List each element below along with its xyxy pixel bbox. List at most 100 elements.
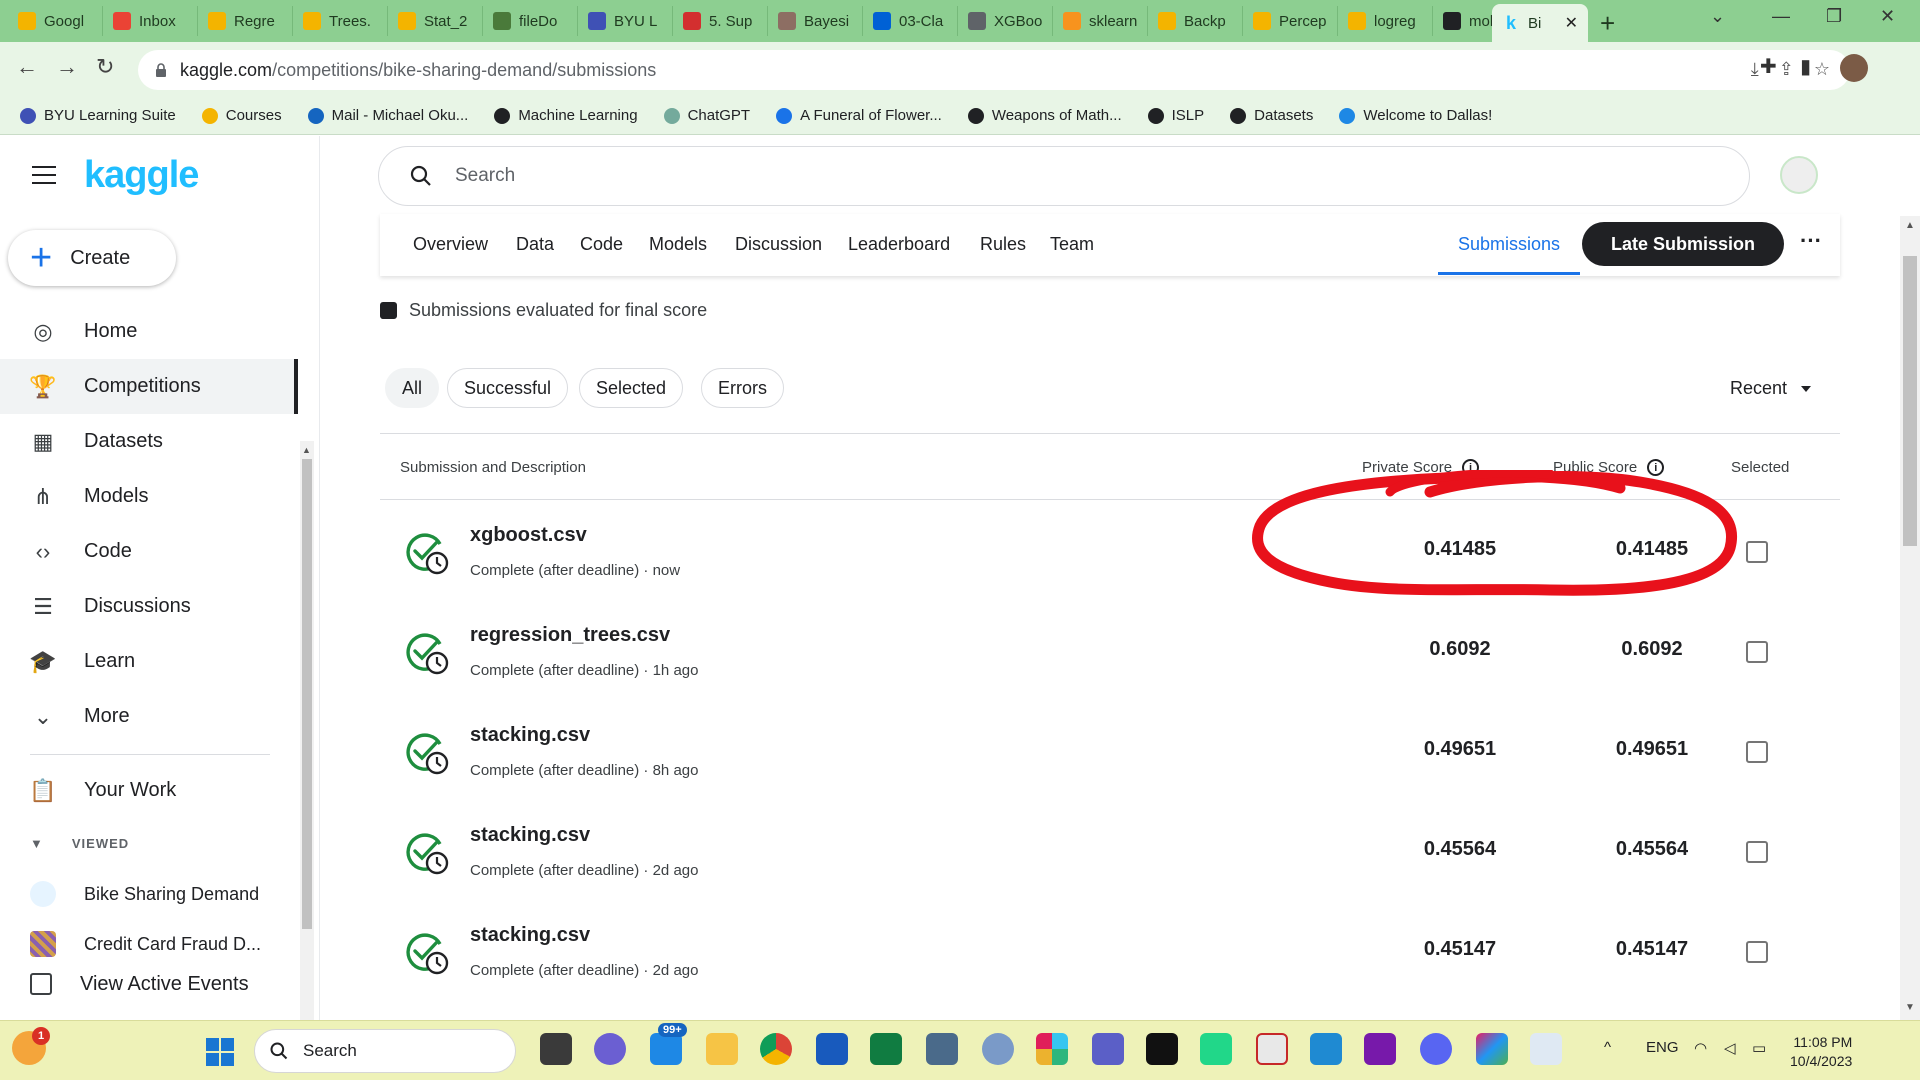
tab-leaderboard[interactable]: Leaderboard: [848, 234, 950, 255]
search-input[interactable]: Search: [378, 146, 1750, 206]
bookmark-item[interactable]: Datasets: [1230, 107, 1313, 124]
terminal-icon[interactable]: [1146, 1033, 1178, 1065]
browser-tab[interactable]: sklearn: [1053, 6, 1148, 36]
vscode-icon[interactable]: [1310, 1033, 1342, 1065]
browser-tab[interactable]: Stat_2: [388, 6, 483, 36]
wifi-icon[interactable]: ◠: [1694, 1039, 1707, 1057]
filter-chip-selected[interactable]: Selected: [579, 368, 684, 408]
browser-tab[interactable]: Trees.: [293, 6, 388, 36]
submission-filename[interactable]: xgboost.csv: [470, 524, 587, 547]
select-submission-checkbox[interactable]: [1746, 541, 1768, 563]
scroll-up-icon[interactable]: ▲: [1905, 220, 1915, 231]
extensions-icon[interactable]: ✚: [1760, 54, 1777, 79]
filter-chip-successful[interactable]: Successful: [447, 368, 569, 408]
browser-tab[interactable]: Backp: [1148, 6, 1243, 36]
hamburger-menu-icon[interactable]: [32, 166, 56, 184]
browser-tab[interactable]: 5. Sup: [673, 6, 768, 36]
browser-tab[interactable]: 03-Cla: [863, 6, 958, 36]
bookmark-item[interactable]: Mail - Michael Oku...: [307, 107, 468, 124]
volume-icon[interactable]: ◁: [1724, 1039, 1736, 1057]
excel-icon[interactable]: [870, 1033, 902, 1065]
browser-tab[interactable]: fileDo: [483, 6, 578, 36]
mail-icon[interactable]: 99+: [650, 1023, 687, 1065]
user-avatar[interactable]: [1780, 156, 1818, 194]
maximize-button[interactable]: ❐: [1826, 6, 1842, 27]
active-tab[interactable]: k Bi ✕: [1492, 4, 1588, 42]
start-button-icon[interactable]: [206, 1038, 234, 1066]
weather-widget-icon[interactable]: 1: [12, 1027, 50, 1065]
bookmark-item[interactable]: Machine Learning: [494, 107, 638, 124]
sidebar-item-competitions[interactable]: 🏆 Competitions: [0, 359, 298, 414]
sidebar-item-code[interactable]: ‹› Code: [0, 524, 298, 579]
bookmark-item[interactable]: Weapons of Math...: [967, 107, 1122, 124]
submission-filename[interactable]: regression_trees.csv: [470, 624, 670, 647]
kaggle-logo[interactable]: kaggle: [84, 154, 199, 197]
onenote-icon[interactable]: [1364, 1033, 1396, 1065]
select-submission-checkbox[interactable]: [1746, 641, 1768, 663]
file-explorer-icon[interactable]: [706, 1033, 738, 1065]
chrome-icon[interactable]: [760, 1033, 792, 1065]
browser-tab[interactable]: XGBoo: [958, 6, 1053, 36]
sidebar-item-datasets[interactable]: ▦ Datasets: [0, 414, 298, 469]
sidebar-item-discussions[interactable]: ☰ Discussions: [0, 579, 298, 634]
paint-icon[interactable]: [1476, 1033, 1508, 1065]
tray-overflow-icon[interactable]: ^: [1604, 1039, 1611, 1056]
view-active-events[interactable]: View Active Events: [30, 964, 249, 1004]
discord-icon[interactable]: [1420, 1033, 1452, 1065]
tab-data[interactable]: Data: [516, 234, 554, 255]
reload-button[interactable]: ↻: [96, 54, 114, 80]
tab-overview[interactable]: Overview: [413, 234, 488, 255]
taskbar-search[interactable]: Search: [254, 1029, 516, 1073]
sidebar-item-home[interactable]: ◎ Home: [0, 304, 298, 359]
bookmark-item[interactable]: A Funeral of Flower...: [776, 107, 942, 124]
share-icon[interactable]: ⇪: [1779, 59, 1794, 80]
battery-icon[interactable]: ▭: [1752, 1039, 1766, 1057]
sidebar-item-learn[interactable]: 🎓 Learn: [0, 634, 298, 689]
late-submission-button[interactable]: Late Submission: [1582, 222, 1784, 266]
bookmark-item[interactable]: ISLP: [1147, 107, 1204, 124]
bookmark-item[interactable]: Welcome to Dallas!: [1339, 107, 1492, 124]
select-submission-checkbox[interactable]: [1746, 841, 1768, 863]
info-icon[interactable]: i: [1647, 459, 1665, 476]
calculator-icon[interactable]: [926, 1033, 958, 1065]
teams-icon[interactable]: [1092, 1033, 1124, 1065]
task-view-icon[interactable]: [540, 1033, 572, 1065]
language-indicator[interactable]: ENG: [1646, 1039, 1679, 1056]
more-options-icon[interactable]: ···: [1800, 228, 1822, 254]
new-tab-button[interactable]: +: [1600, 8, 1615, 39]
scroll-up-icon[interactable]: ▲: [302, 445, 311, 455]
tab-discussion[interactable]: Discussion: [735, 234, 822, 255]
sidebar-scroll-thumb[interactable]: [302, 459, 312, 929]
tab-submissions[interactable]: Submissions: [1458, 234, 1560, 255]
install-icon[interactable]: ⤓: [1751, 59, 1759, 80]
select-submission-checkbox[interactable]: [1746, 741, 1768, 763]
viewed-item-bike-sharing[interactable]: Bike Sharing Demand: [30, 874, 259, 914]
submission-filename[interactable]: stacking.csv: [470, 824, 590, 847]
viewed-item-credit-card[interactable]: Credit Card Fraud D...: [30, 924, 261, 964]
tab-code[interactable]: Code: [580, 234, 623, 255]
r-icon[interactable]: [982, 1033, 1014, 1065]
filter-chip-all[interactable]: All: [385, 368, 440, 408]
submission-filename[interactable]: stacking.csv: [470, 724, 590, 747]
browser-tab[interactable]: Inbox: [103, 6, 198, 36]
browser-tab[interactable]: Googl: [8, 6, 103, 36]
bookmark-item[interactable]: ChatGPT: [663, 107, 750, 124]
sidebar-item-models[interactable]: ⋔ Models: [0, 469, 298, 524]
clock[interactable]: 11:08 PM 10/4/2023: [1790, 1033, 1852, 1071]
sidebar-item-your-work[interactable]: 📋 Your Work: [0, 763, 298, 818]
browser-tab[interactable]: Percep: [1243, 6, 1338, 36]
forward-button[interactable]: →: [56, 54, 78, 80]
main-scrollbar[interactable]: ▲ ▼: [1900, 216, 1920, 1020]
create-button[interactable]: + Create: [8, 230, 176, 286]
app-icon[interactable]: [1256, 1033, 1288, 1065]
url-field[interactable]: kaggle.com/competitions/bike-sharing-dem…: [138, 50, 1850, 90]
main-scroll-thumb[interactable]: [1903, 256, 1917, 546]
browser-tab[interactable]: logreg: [1338, 6, 1433, 36]
tab-rules[interactable]: Rules: [980, 234, 1026, 255]
browser-tab[interactable]: Regre: [198, 6, 293, 36]
filter-chip-errors[interactable]: Errors: [701, 368, 784, 408]
pycharm-icon[interactable]: [1200, 1033, 1232, 1065]
bookmark-item[interactable]: BYU Learning Suite: [20, 107, 176, 124]
tab-models[interactable]: Models: [649, 234, 707, 255]
sidebar-item-more[interactable]: ⌄ More: [0, 689, 298, 744]
